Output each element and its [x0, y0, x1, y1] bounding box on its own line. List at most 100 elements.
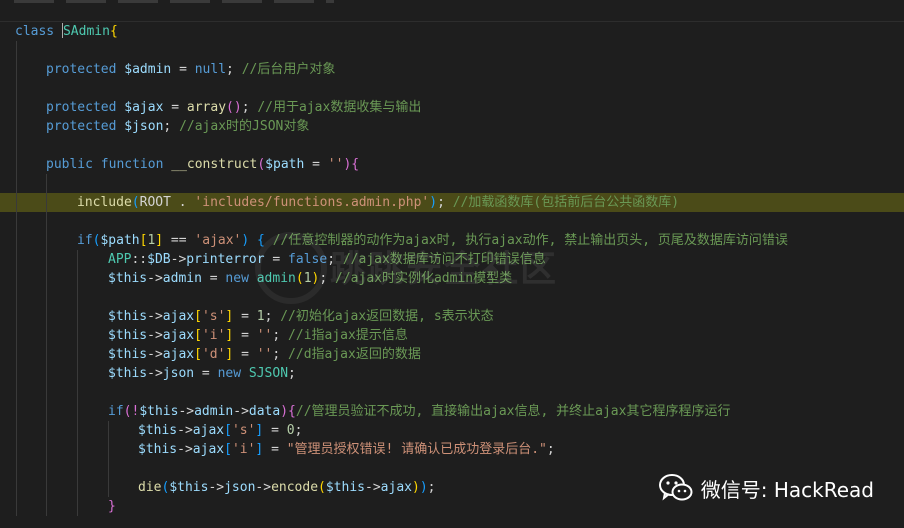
function-name: array [186, 100, 227, 115]
function-name: die [138, 480, 162, 495]
bracket: [ [194, 328, 202, 343]
operator: -> [178, 404, 195, 419]
function-name: include [77, 195, 132, 210]
string: 'd' [201, 347, 226, 362]
comment: //ajax数据库访问不打印错误信息 [342, 252, 546, 267]
code-line[interactable]: if($path[1] == 'ajax') { //任意控制器的动作为ajax… [0, 231, 904, 250]
operator: -> [147, 271, 163, 286]
paren: ) [429, 195, 438, 210]
string: 'i' [201, 328, 226, 343]
paren: (! [123, 404, 140, 419]
string: 'includes/functions.admin.php' [194, 195, 430, 210]
variable: $this [169, 480, 209, 495]
string: 'ajax' [194, 233, 242, 248]
code-line[interactable] [0, 383, 904, 402]
operator: -> [233, 404, 249, 419]
brace: { [351, 157, 360, 172]
operator: . [170, 195, 195, 210]
comment: //加载函数库(包括前后台公共函数库) [452, 195, 680, 210]
code-line[interactable]: if(!$this->admin->data){//管理员验证不成功, 直接输出… [0, 402, 904, 421]
operator: -> [255, 480, 272, 495]
operator: = [304, 157, 328, 172]
comment: //初始化ajax返回数据, s表示状态 [280, 309, 494, 324]
paren: ( [131, 195, 140, 210]
property: json [162, 366, 195, 381]
variable: $admin [124, 62, 172, 77]
property: admin [162, 271, 202, 286]
code-line[interactable]: public function __construct($path = ''){ [0, 155, 904, 174]
property: printerror [186, 252, 265, 267]
code-line-highlighted[interactable]: include(ROOT . 'includes/functions.admin… [0, 193, 904, 212]
property: ajax [162, 309, 195, 324]
property: ajax [162, 347, 195, 362]
property: ajax [162, 328, 195, 343]
code-line[interactable]: $this->json = new SJSON; [0, 364, 904, 383]
operator: = [233, 328, 257, 343]
keyword: public [46, 157, 93, 172]
code-line[interactable] [0, 212, 904, 231]
brace: { [109, 24, 118, 39]
keyword: protected [46, 100, 117, 115]
code-line[interactable]: protected $admin = null; //后台用户对象 [0, 60, 904, 79]
code-line[interactable]: $this->ajax['d'] = ''; //d指ajax返回的数据 [0, 345, 904, 364]
function-name: encode [271, 480, 319, 495]
code-line[interactable] [0, 136, 904, 155]
keyword: protected [46, 119, 117, 134]
semicolon: ; [272, 347, 281, 362]
code-line[interactable]: $this->ajax['i'] = ''; //i指ajax提示信息 [0, 326, 904, 345]
brace: { [288, 404, 296, 419]
code-line[interactable]: $this->ajax['s'] = 1; //初始化ajax返回数据, s表示… [0, 307, 904, 326]
semicolon: ; [241, 100, 250, 115]
wechat-label: 微信号: HackRead [700, 477, 874, 502]
paren: ) [241, 233, 250, 248]
variable: $this [108, 328, 148, 343]
code-editor[interactable]: class SAdmin{ protected $admin = null; /… [0, 0, 904, 528]
semicolon: ; [163, 119, 172, 134]
comment: //d指ajax返回的数据 [288, 347, 421, 362]
semicolon: ; [226, 62, 234, 77]
keyword: new [217, 366, 242, 381]
variable: $this [138, 423, 178, 438]
keyword: class [15, 24, 55, 39]
operator: -> [208, 480, 225, 495]
code-line[interactable]: $this->admin = new admin(1); //ajax时实例化a… [0, 269, 904, 288]
code-lines[interactable]: class SAdmin{ protected $admin = null; /… [0, 22, 904, 516]
bracket: [ [224, 423, 232, 438]
class-name: APP [108, 252, 132, 267]
code-line[interactable]: protected $ajax = array(); //用于ajax数据收集与… [0, 98, 904, 117]
comment: //管理员验证不成功, 直接输出ajax信息, 并终止ajax其它程序程序运行 [295, 404, 731, 419]
paren: ) [280, 404, 289, 419]
operator: -> [170, 252, 187, 267]
operator: -> [147, 328, 163, 343]
code-line[interactable] [0, 288, 904, 307]
code-line[interactable] [0, 41, 904, 60]
keyword: protected [46, 62, 117, 77]
variable: $json [124, 119, 164, 134]
code-line[interactable]: protected $json; //ajax时的JSON对象 [0, 117, 904, 136]
string: '' [256, 347, 273, 362]
operator: :: [131, 252, 148, 267]
operator: -> [365, 480, 381, 495]
semicolon: ; [272, 328, 281, 343]
operator: == [163, 233, 195, 248]
property: ajax [380, 480, 412, 495]
code-line[interactable]: class SAdmin{ [0, 22, 904, 41]
operator: = [263, 442, 287, 457]
code-line[interactable]: $this->ajax['i'] = "管理员授权错误! 请确认已成功登录后台.… [0, 440, 904, 459]
comment: //i指ajax提示信息 [288, 328, 408, 343]
code-line[interactable]: APP::$DB->printerror = false; //ajax数据库访… [0, 250, 904, 269]
paren: ) [419, 480, 428, 495]
string: '' [327, 157, 344, 172]
operator: = [263, 423, 287, 438]
operator: = [171, 62, 195, 77]
code-line[interactable] [0, 79, 904, 98]
code-line[interactable] [0, 174, 904, 193]
wechat-icon [658, 474, 693, 502]
comment: //ajax时的JSON对象 [179, 119, 310, 134]
operator: = [233, 347, 257, 362]
keyword: function [100, 157, 164, 172]
bracket: [ [194, 347, 202, 362]
code-line[interactable]: $this->ajax['s'] = 0; [0, 421, 904, 440]
brace: } [108, 499, 116, 514]
semicolon: ; [427, 480, 436, 495]
